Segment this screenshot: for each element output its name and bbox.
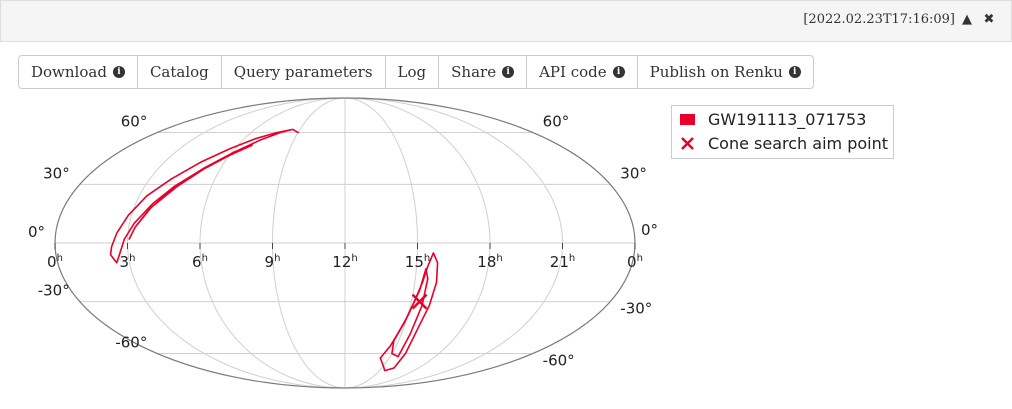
api-code-button-label: API code (539, 63, 607, 81)
query-parameters-button-label: Query parameters (233, 63, 373, 81)
sky-map-chart: 0h21h18h15h12h9h6h3h0h60° 60°30° 30°0° 0°-3… (28, 97, 658, 389)
dec-tick-label-right: 0° (641, 221, 658, 239)
share-button[interactable]: Share i (439, 56, 528, 88)
publish-on-renku-button-label: Publish on Renku (649, 63, 783, 81)
close-icon[interactable]: ✖ (981, 11, 997, 29)
legend-label: Cone search aim point (708, 133, 888, 153)
query-parameters-button[interactable]: Query parameters (222, 56, 386, 88)
legend-swatch (680, 113, 695, 125)
result-toolbar: Download i Catalog Query parameters Log … (18, 55, 814, 89)
legend-label: GW191113_071753 (708, 109, 867, 129)
chart-legend: GW191113_071753 Cone search aim point (671, 105, 894, 159)
x-marker-icon (681, 136, 694, 150)
ra-tick-label: 21h (550, 253, 575, 271)
ra-tick-label: 0h (47, 253, 63, 271)
dec-tick-label-left: 30° (43, 164, 70, 182)
legend-item-gw-event: GW191113_071753 (680, 109, 866, 129)
ra-tick-label: 9h (265, 253, 281, 271)
download-button[interactable]: Download i (19, 56, 138, 88)
dec-tick-label-right: -30° (620, 300, 652, 318)
ra-tick-label: 0h (627, 253, 643, 271)
log-button[interactable]: Log (386, 56, 440, 88)
dec-tick-label-left: 0° (28, 223, 45, 241)
info-icon: i (502, 66, 515, 78)
dec-tick-label-left: 60° (121, 112, 148, 130)
info-icon: i (112, 66, 125, 78)
catalog-button-label: Catalog (149, 63, 209, 81)
ra-tick-label: 6h (192, 253, 208, 271)
ra-tick-label: 12h (332, 253, 357, 271)
dec-tick-label-left: -30° (38, 282, 70, 300)
localization-contours (109, 128, 439, 372)
catalog-button[interactable]: Catalog (138, 56, 222, 88)
log-button-label: Log (397, 63, 427, 81)
legend-item-aim-point: Cone search aim point (680, 133, 888, 153)
timestamp: [2022.02.23T17:16:09] (803, 12, 955, 27)
download-button-label: Download (31, 63, 107, 81)
dec-tick-label-right: 30° (620, 164, 647, 182)
dec-tick-label-right: -60° (543, 352, 575, 370)
ra-tick-label: 18h (477, 253, 502, 271)
localization-contour (128, 144, 253, 240)
share-button-label: Share (451, 63, 497, 81)
dec-tick-label-right: 60° (543, 112, 570, 130)
ra-tick-label: 3h (120, 253, 136, 271)
info-icon: i (788, 66, 801, 78)
info-icon: i (612, 66, 625, 78)
dec-tick-label-left: -60° (115, 334, 147, 352)
window-title-bar: [2022.02.23T17:16:09] ▲ ✖ (0, 0, 1012, 42)
chevron-up-icon[interactable]: ▲ (959, 11, 975, 29)
api-code-button[interactable]: API code i (527, 56, 638, 88)
axis-tick-labels: 0h21h18h15h12h9h6h3h0h60° 60°30° 30°0° 0°-3… (28, 112, 658, 369)
publish-on-renku-button[interactable]: Publish on Renku i (638, 56, 813, 88)
